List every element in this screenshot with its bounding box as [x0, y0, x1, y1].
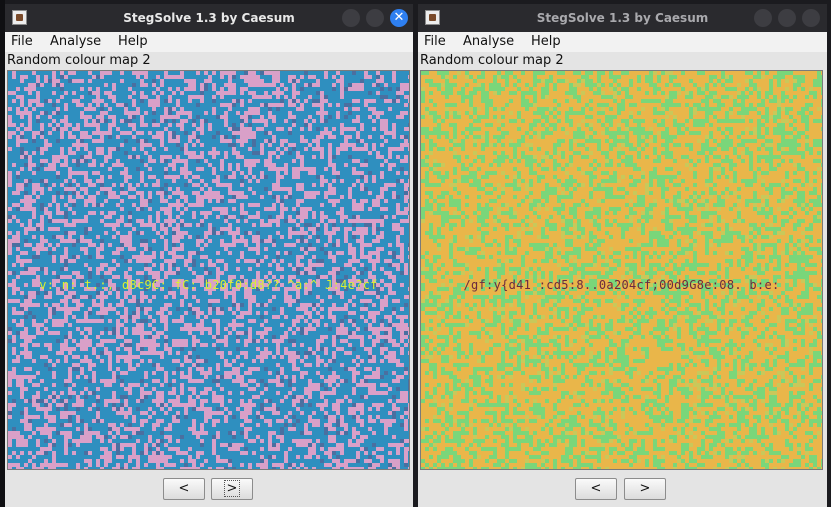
menu-analyse[interactable]: Analyse: [463, 34, 514, 49]
minimize-button[interactable]: [754, 9, 772, 27]
title-bar: StegSolve 1.3 by Caesum ✕: [5, 4, 413, 32]
maximize-button[interactable]: [366, 9, 384, 27]
next-label: >: [223, 480, 241, 497]
previous-button[interactable]: <: [575, 478, 617, 500]
menu-file[interactable]: File: [11, 34, 33, 49]
revealed-hidden-text: /gf:y{d41 :cd5:8..0a204cf;00d9G8e:08. b:…: [463, 278, 780, 292]
title-bar: StegSolve 1.3 by Caesum: [418, 4, 827, 32]
menu-analyse[interactable]: Analyse: [50, 34, 101, 49]
close-button[interactable]: [802, 9, 820, 27]
image-view: v: n: t.:, d8c9C: fC: b20f0:d8?? ^a:^ J:…: [7, 70, 410, 470]
previous-button[interactable]: <: [163, 478, 205, 500]
noise-image: [8, 71, 409, 469]
colour-map-label: Random colour map 2: [7, 53, 151, 68]
minimize-button[interactable]: [342, 9, 360, 27]
next-label: >: [639, 481, 651, 496]
maximize-button[interactable]: [778, 9, 796, 27]
close-icon: ✕: [393, 10, 405, 25]
menu-bar: File Analyse Help: [5, 32, 413, 52]
menu-help[interactable]: Help: [118, 34, 148, 49]
colour-map-label: Random colour map 2: [420, 53, 564, 68]
next-button[interactable]: >: [211, 478, 253, 500]
menu-bar: File Analyse Help: [418, 32, 827, 52]
stegsolve-window-left: StegSolve 1.3 by Caesum ✕ File Analyse H…: [5, 4, 413, 507]
menu-help[interactable]: Help: [531, 34, 561, 49]
revealed-hidden-text: v: n: t.:, d8c9C: fC: b20f0:d8?? ^a:^ J:…: [39, 278, 378, 292]
image-view: /gf:y{d41 :cd5:8..0a204cf;00d9G8e:08. b:…: [420, 70, 823, 470]
previous-label: <: [178, 481, 190, 496]
next-button[interactable]: >: [624, 478, 666, 500]
menu-file[interactable]: File: [424, 34, 446, 49]
stegsolve-window-right: StegSolve 1.3 by Caesum File Analyse Hel…: [418, 4, 827, 507]
close-button[interactable]: ✕: [390, 9, 408, 27]
previous-label: <: [590, 481, 602, 496]
noise-image: [421, 71, 822, 469]
